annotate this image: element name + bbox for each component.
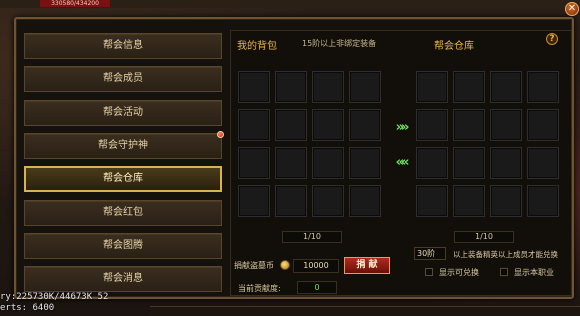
warehouse-slot[interactable] bbox=[416, 109, 448, 141]
warehouse-page-indicator: 1/10 bbox=[454, 231, 514, 243]
menu-item-guild-guardian[interactable]: 帮会守护神 bbox=[24, 131, 224, 159]
show-exchangeable-label: 显示可兑换 bbox=[439, 268, 479, 277]
menu-item-label: 帮会信息 bbox=[103, 40, 143, 51]
notification-dot bbox=[217, 131, 224, 138]
menu-item-label: 帮会消息 bbox=[103, 273, 143, 284]
level-note: 以上装备精英以上成员才能兑换 bbox=[453, 250, 558, 259]
warehouse-slot[interactable] bbox=[490, 185, 522, 217]
bag-grid bbox=[238, 71, 381, 217]
warehouse-title: 帮会仓库 bbox=[434, 41, 474, 52]
menu-item-guild-activities[interactable]: 帮会活动 bbox=[24, 100, 222, 126]
bag-slot[interactable] bbox=[349, 185, 381, 217]
donate-amount-input[interactable]: 10000 bbox=[293, 259, 339, 273]
contribution-value: 0 bbox=[297, 281, 337, 294]
menu-item-guild-red-packet[interactable]: 帮会红包 bbox=[24, 200, 222, 226]
double-arrow-left-icon[interactable]: «« bbox=[392, 156, 410, 170]
warehouse-grid bbox=[416, 71, 559, 217]
menu-item-guild-info[interactable]: 帮会信息 bbox=[24, 33, 222, 59]
warehouse-slot[interactable] bbox=[490, 71, 522, 103]
warehouse-slot[interactable] bbox=[416, 71, 448, 103]
bag-slot[interactable] bbox=[312, 71, 344, 103]
warehouse-slot[interactable] bbox=[416, 147, 448, 179]
warehouse-slot[interactable] bbox=[453, 71, 485, 103]
warehouse-slot[interactable] bbox=[490, 109, 522, 141]
bag-slot[interactable] bbox=[275, 185, 307, 217]
show-class-label: 显示本职业 bbox=[514, 268, 554, 277]
bag-slot[interactable] bbox=[275, 71, 307, 103]
bag-slot[interactable] bbox=[349, 147, 381, 179]
menu-item-guild-totem[interactable]: 帮会图腾 bbox=[24, 233, 222, 259]
menu-item-guild-members[interactable]: 帮会成员 bbox=[24, 66, 222, 92]
bag-note: 15阶以上非绑定装备 bbox=[302, 39, 377, 48]
bag-page-indicator: 1/10 bbox=[282, 231, 342, 243]
menu-item-guild-messages[interactable]: 帮会消息 bbox=[24, 266, 222, 292]
bag-slot[interactable] bbox=[312, 185, 344, 217]
bag-slot[interactable] bbox=[349, 109, 381, 141]
menu-item-label: 帮会活动 bbox=[103, 107, 143, 118]
menu-item-label: 帮会成员 bbox=[103, 73, 143, 84]
show-class-checkbox[interactable] bbox=[500, 268, 508, 276]
donate-button[interactable]: 捐 献 bbox=[344, 257, 390, 274]
bag-slot[interactable] bbox=[238, 109, 270, 141]
menu-item-label: 帮会守护神 bbox=[98, 140, 148, 151]
menu-item-label: 帮会红包 bbox=[103, 207, 143, 218]
warehouse-slot[interactable] bbox=[416, 185, 448, 217]
warehouse-slot[interactable] bbox=[490, 147, 522, 179]
bag-slot[interactable] bbox=[275, 147, 307, 179]
bag-slot[interactable] bbox=[238, 185, 270, 217]
coin-icon bbox=[280, 260, 290, 270]
donate-coin-label: 捐献盗墓币 bbox=[234, 261, 274, 270]
warehouse-slot[interactable] bbox=[527, 109, 559, 141]
debug-memory-text: ry:225730K/44673K 52 bbox=[0, 292, 109, 302]
show-exchangeable-checkbox[interactable] bbox=[425, 268, 433, 276]
debug-verts-text: erts: 6400 bbox=[0, 303, 55, 313]
warehouse-slot[interactable] bbox=[453, 185, 485, 217]
warehouse-slot[interactable] bbox=[527, 71, 559, 103]
warehouse-slot[interactable] bbox=[453, 109, 485, 141]
warehouse-slot[interactable] bbox=[527, 147, 559, 179]
bag-slot[interactable] bbox=[238, 71, 270, 103]
bag-slot[interactable] bbox=[312, 147, 344, 179]
bottom-hud-bar bbox=[150, 306, 580, 316]
hp-readout: 330580/434200 bbox=[40, 0, 110, 7]
bag-slot[interactable] bbox=[312, 109, 344, 141]
warehouse-slot[interactable] bbox=[527, 185, 559, 217]
double-arrow-right-icon[interactable]: »» bbox=[392, 121, 410, 135]
bag-slot[interactable] bbox=[349, 71, 381, 103]
bag-title: 我的背包 bbox=[237, 41, 277, 52]
help-icon[interactable]: ? bbox=[546, 33, 558, 45]
menu-item-label: 帮会仓库 bbox=[103, 173, 143, 184]
level-select[interactable]: 30阶 bbox=[414, 247, 446, 260]
warehouse-slot[interactable] bbox=[453, 147, 485, 179]
contribution-label: 当前贡献度: bbox=[238, 284, 281, 293]
menu-item-label: 帮会图腾 bbox=[103, 240, 143, 251]
top-hud-bar: 330580/434200 bbox=[0, 0, 580, 8]
close-icon[interactable]: ✕ bbox=[565, 2, 579, 16]
bag-slot[interactable] bbox=[238, 147, 270, 179]
menu-item-guild-warehouse[interactable]: 帮会仓库 bbox=[24, 166, 222, 192]
bag-slot[interactable] bbox=[275, 109, 307, 141]
